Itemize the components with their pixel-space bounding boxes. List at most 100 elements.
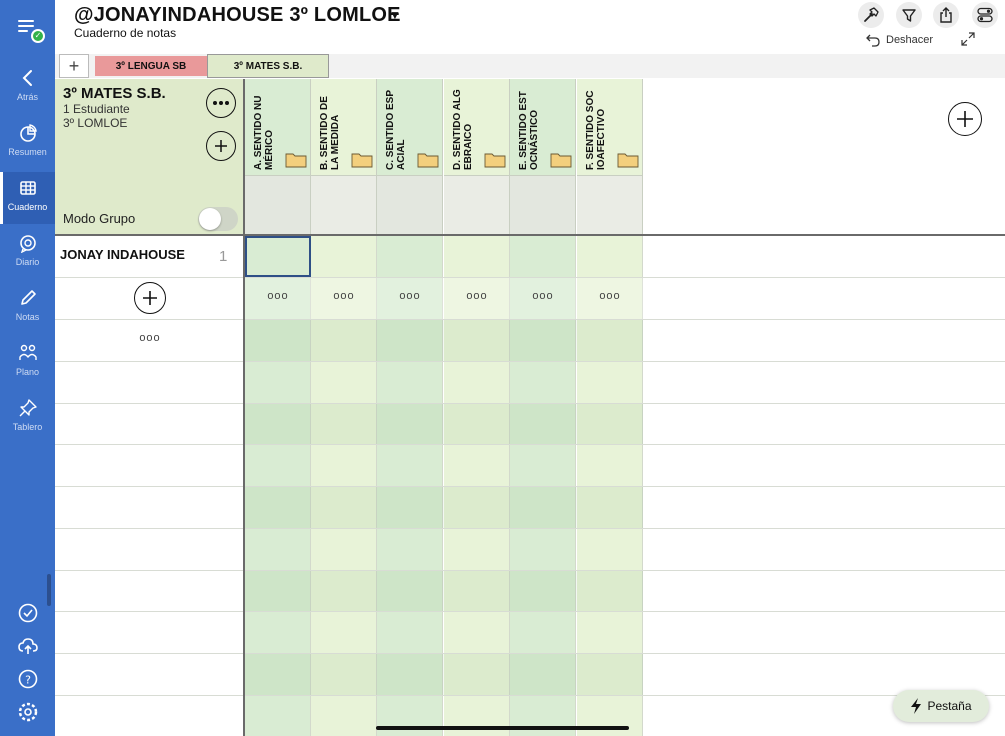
help-icon[interactable]: ? bbox=[16, 667, 40, 691]
share-icon bbox=[940, 7, 952, 23]
folder-icon[interactable] bbox=[550, 151, 572, 168]
title-dropdown-icon[interactable]: ▼ bbox=[389, 8, 401, 22]
group-add-button[interactable] bbox=[206, 131, 236, 161]
column-title: C. SENTIDO ESPACIAL bbox=[385, 89, 407, 170]
share-button[interactable] bbox=[933, 2, 959, 28]
folder-icon[interactable] bbox=[417, 151, 439, 168]
group-student-count: 1 Estudiante bbox=[63, 102, 130, 116]
sidebar-item-label: Resumen bbox=[8, 147, 47, 157]
plus-icon bbox=[957, 111, 973, 127]
plus-icon bbox=[215, 140, 227, 152]
tab-lengua[interactable]: 3º LENGUA SB bbox=[95, 56, 207, 76]
sidebar-item-label: Cuaderno bbox=[7, 202, 48, 212]
column-more-button[interactable]: ooo bbox=[510, 290, 576, 302]
sync-check-icon: ✓ bbox=[31, 29, 45, 43]
student-name[interactable]: JONAY INDAHOUSE bbox=[60, 247, 185, 262]
add-tab-button[interactable]: + bbox=[59, 54, 89, 78]
home-indicator bbox=[376, 726, 629, 730]
column-summary-cell[interactable] bbox=[245, 175, 311, 235]
column-title: D. SENTIDO ALGEBRAICO bbox=[452, 89, 474, 170]
sidebar-item-label: Tablero bbox=[12, 422, 43, 432]
pencil-icon bbox=[20, 290, 36, 305]
sidebar-item-cuaderno[interactable]: Cuaderno bbox=[0, 172, 55, 224]
grid-icon bbox=[19, 181, 36, 195]
sidebar-scroll-indicator[interactable] bbox=[47, 574, 51, 606]
column-title: A. SENTIDO NUMÉRICO bbox=[253, 95, 275, 170]
add-student-button[interactable] bbox=[134, 282, 166, 314]
row-shade bbox=[245, 653, 643, 695]
expand-icon[interactable] bbox=[960, 31, 976, 47]
svg-text:?: ? bbox=[25, 674, 31, 687]
settings-gear-icon[interactable] bbox=[16, 700, 40, 724]
lightning-icon bbox=[911, 698, 922, 714]
sidebar-item-back[interactable]: Atrás bbox=[0, 62, 55, 114]
column-title: E. SENTIDO ESTOCNÁSTICO bbox=[518, 91, 540, 170]
column-summary-cell[interactable] bbox=[444, 175, 510, 235]
toggles-icon bbox=[977, 7, 993, 23]
sidebar-item-diario[interactable]: Diario bbox=[0, 227, 55, 279]
row-shade bbox=[245, 319, 643, 361]
undo-label: Deshacer bbox=[886, 34, 934, 46]
column-header[interactable]: E. SENTIDO ESTOCNÁSTICO bbox=[510, 79, 576, 175]
group-course: 3º LOMLOE bbox=[63, 116, 128, 130]
sidebar-item-label: Plano bbox=[15, 367, 40, 377]
group-panel: 3º MATES S.B. 1 Estudiante 3º LOMLOE Mod… bbox=[55, 79, 244, 235]
column-title: F. SENTIDO SOCIOAFECTIVO bbox=[585, 90, 607, 170]
tools-hammer-button[interactable] bbox=[858, 2, 884, 28]
column-title: B. SENTIDO DE LA MEDIDA bbox=[319, 96, 341, 170]
page-title[interactable]: @JONAYINDAHOUSE 3º LOMLOE bbox=[74, 4, 401, 27]
column-summary-cell[interactable] bbox=[377, 175, 443, 235]
column-header[interactable]: D. SENTIDO ALGEBRAICO bbox=[444, 79, 510, 175]
menu-button[interactable]: ✓ bbox=[16, 16, 45, 43]
column-summary-cell[interactable] bbox=[311, 175, 377, 235]
sidebar-item-label: Atrás bbox=[16, 92, 38, 102]
sidebar-item-resumen[interactable]: Resumen bbox=[0, 117, 55, 169]
sidebar-item-notas[interactable]: Notas bbox=[0, 282, 55, 334]
column-header[interactable]: A. SENTIDO NUMÉRICO bbox=[245, 79, 311, 175]
filter-icon bbox=[902, 9, 916, 22]
column-header[interactable]: F. SENTIDO SOCIOAFECTIVO bbox=[577, 79, 643, 175]
hammer-icon bbox=[864, 7, 879, 22]
group-more-button[interactable] bbox=[206, 88, 236, 118]
folder-icon[interactable] bbox=[285, 151, 307, 168]
column-more-button[interactable]: ooo bbox=[377, 290, 443, 302]
folder-icon[interactable] bbox=[484, 151, 506, 168]
column-more-button[interactable]: ooo bbox=[311, 290, 377, 302]
people-icon bbox=[18, 344, 37, 360]
folder-icon[interactable] bbox=[617, 151, 639, 168]
sidebar-item-label: Diario bbox=[15, 257, 40, 267]
sidebar-item-label: Notas bbox=[15, 312, 40, 322]
sidebar: ✓ Atrás Resumen Cuaderno Diario Notas Pl… bbox=[0, 0, 55, 736]
add-column-button[interactable] bbox=[948, 102, 982, 136]
row-shade bbox=[245, 403, 643, 445]
column-more-button[interactable]: ooo bbox=[577, 290, 643, 302]
row-shade bbox=[245, 486, 643, 528]
pie-chart-icon bbox=[19, 124, 37, 142]
column-summary-cell[interactable] bbox=[510, 175, 576, 235]
filter-button[interactable] bbox=[896, 2, 922, 28]
grade-cell-selected[interactable] bbox=[245, 236, 311, 277]
student-number: 1 bbox=[219, 248, 228, 265]
pestana-button[interactable]: Pestaña bbox=[893, 690, 989, 722]
pestana-label: Pestaña bbox=[927, 699, 972, 713]
sidebar-item-plano[interactable]: Plano bbox=[0, 337, 55, 389]
column-summary-cell[interactable] bbox=[577, 175, 643, 235]
sidebar-item-tablero[interactable]: Tablero bbox=[0, 392, 55, 444]
chevron-left-icon bbox=[22, 70, 32, 86]
column-more-button[interactable]: ooo bbox=[444, 290, 510, 302]
plus-icon bbox=[143, 291, 157, 305]
column-header[interactable]: B. SENTIDO DE LA MEDIDA bbox=[311, 79, 377, 175]
pin-icon bbox=[19, 399, 37, 417]
options-toggle-button[interactable] bbox=[972, 2, 998, 28]
more-dots-icon bbox=[213, 101, 229, 105]
undo-button[interactable]: Deshacer bbox=[865, 32, 933, 48]
folder-icon[interactable] bbox=[351, 151, 373, 168]
tab-mates[interactable]: 3º MATES S.B. bbox=[207, 54, 329, 78]
group-name: 3º MATES S.B. bbox=[63, 85, 166, 102]
check-circle-icon[interactable] bbox=[16, 601, 40, 625]
student-list-more-button[interactable]: ooo bbox=[130, 332, 170, 344]
column-more-button[interactable]: ooo bbox=[245, 290, 311, 302]
group-mode-toggle[interactable] bbox=[198, 207, 238, 231]
cloud-upload-icon[interactable] bbox=[16, 634, 40, 658]
column-header[interactable]: C. SENTIDO ESPACIAL bbox=[377, 79, 443, 175]
